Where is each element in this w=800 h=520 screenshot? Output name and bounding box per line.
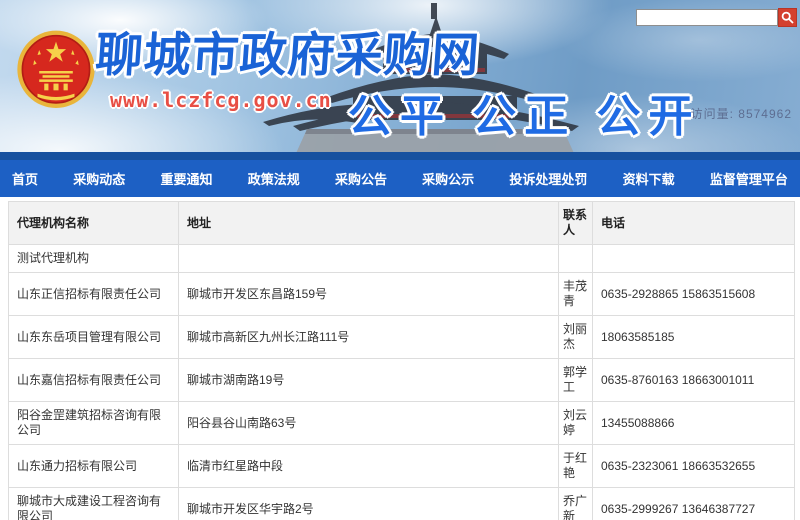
search-button[interactable]: [778, 8, 797, 27]
national-emblem-logo: [14, 24, 98, 118]
agency-table-body: 测试代理机构山东正信招标有限责任公司聊城市开发区东昌路159号丰茂青0635-2…: [9, 245, 795, 520]
address-cell: 临清市红星路中段: [179, 445, 559, 488]
search-icon: [781, 11, 794, 24]
nav-item-资料下载[interactable]: 资料下载: [623, 169, 675, 188]
nav-top-strip: [0, 152, 800, 160]
content-area: 代理机构名称 地址 联系人 电话 测试代理机构山东正信招标有限责任公司聊城市开发…: [0, 197, 800, 520]
phone-cell: 0635-8760163 18663001011: [593, 359, 795, 402]
phone-cell: 0635-2999267 13646387727: [593, 488, 795, 520]
table-row: 聊城市大成建设工程咨询有限公司聊城市开发区华宇路2号乔广新0635-299926…: [9, 488, 795, 520]
contact-cell: 刘丽杰: [559, 316, 593, 359]
address-cell: 聊城市开发区华宇路2号: [179, 488, 559, 520]
visit-counter-label: 访问量:: [691, 107, 734, 121]
contact-cell: 乔广新: [559, 488, 593, 520]
contact-cell: [559, 245, 593, 273]
contact-cell: 丰茂青: [559, 273, 593, 316]
nav-item-首页[interactable]: 首页: [12, 169, 38, 188]
site-url: www.lczfcg.gov.cn: [110, 88, 332, 112]
nav-item-政策法规[interactable]: 政策法规: [248, 169, 300, 188]
phone-cell: 13455088866: [593, 402, 795, 445]
visit-counter: 访问量: 8574962: [691, 105, 792, 122]
table-row: 阳谷金罡建筑招标咨询有限公司阳谷县谷山南路63号刘云婷13455088866: [9, 402, 795, 445]
search-input[interactable]: [636, 9, 778, 26]
table-row: 山东东岳项目管理有限公司聊城市高新区九州长江路111号刘丽杰1806358518…: [9, 316, 795, 359]
page: 聊城市政府采购网 www.lczfcg.gov.cn 公平 公正 公开 访问量:…: [0, 0, 800, 520]
nav-item-监督管理平台[interactable]: 监督管理平台: [710, 169, 788, 188]
table-row: 山东嘉信招标有限责任公司聊城市湖南路19号郭学工0635-8760163 186…: [9, 359, 795, 402]
address-cell: 阳谷县谷山南路63号: [179, 402, 559, 445]
visit-counter-value: 8574962: [738, 107, 792, 121]
agency-name-cell: 山东东岳项目管理有限公司: [9, 316, 179, 359]
site-title: 聊城市政府采购网: [94, 16, 483, 85]
address-cell: [179, 245, 559, 273]
table-row: 山东通力招标有限公司临清市红星路中段于红艳0635-2323061 186635…: [9, 445, 795, 488]
address-cell: 聊城市开发区东昌路159号: [179, 273, 559, 316]
table-row: 测试代理机构: [9, 245, 795, 273]
contact-cell: 于红艳: [559, 445, 593, 488]
agency-table: 代理机构名称 地址 联系人 电话 测试代理机构山东正信招标有限责任公司聊城市开发…: [8, 201, 795, 520]
phone-cell: 0635-2323061 18663532655: [593, 445, 795, 488]
contact-cell: 郭学工: [559, 359, 593, 402]
nav-item-采购动态[interactable]: 采购动态: [73, 169, 125, 188]
site-slogan: 公平 公正 公开: [348, 80, 700, 144]
main-nav: 首页 采购动态 重要通知 政策法规 采购公告 采购公示 投诉处理处罚 资料下载 监督管理平台: [0, 160, 800, 197]
nav-item-采购公告[interactable]: 采购公告: [335, 169, 387, 188]
nav-item-重要通知[interactable]: 重要通知: [160, 169, 212, 188]
column-header-phone: 电话: [593, 202, 795, 245]
phone-cell: 0635-2928865 15863515608: [593, 273, 795, 316]
column-header-agency-name: 代理机构名称: [9, 202, 179, 245]
address-cell: 聊城市湖南路19号: [179, 359, 559, 402]
table-row: 山东正信招标有限责任公司聊城市开发区东昌路159号丰茂青0635-2928865…: [9, 273, 795, 316]
agency-name-cell: 山东通力招标有限公司: [9, 445, 179, 488]
nav-item-采购公示[interactable]: 采购公示: [422, 169, 474, 188]
column-header-address: 地址: [179, 202, 559, 245]
agency-name-cell: 阳谷金罡建筑招标咨询有限公司: [9, 402, 179, 445]
address-cell: 聊城市高新区九州长江路111号: [179, 316, 559, 359]
phone-cell: [593, 245, 795, 273]
column-header-contact: 联系人: [559, 202, 593, 245]
phone-cell: 18063585185: [593, 316, 795, 359]
site-banner: 聊城市政府采购网 www.lczfcg.gov.cn 公平 公正 公开 访问量:…: [0, 0, 800, 152]
agency-name-cell: 山东嘉信招标有限责任公司: [9, 359, 179, 402]
contact-cell: 刘云婷: [559, 402, 593, 445]
agency-name-cell: 山东正信招标有限责任公司: [9, 273, 179, 316]
table-header-row: 代理机构名称 地址 联系人 电话: [9, 202, 795, 245]
nav-item-投诉处理处罚[interactable]: 投诉处理处罚: [509, 169, 587, 188]
agency-name-cell: 聊城市大成建设工程咨询有限公司: [9, 488, 179, 520]
agency-name-cell: 测试代理机构: [9, 245, 179, 273]
